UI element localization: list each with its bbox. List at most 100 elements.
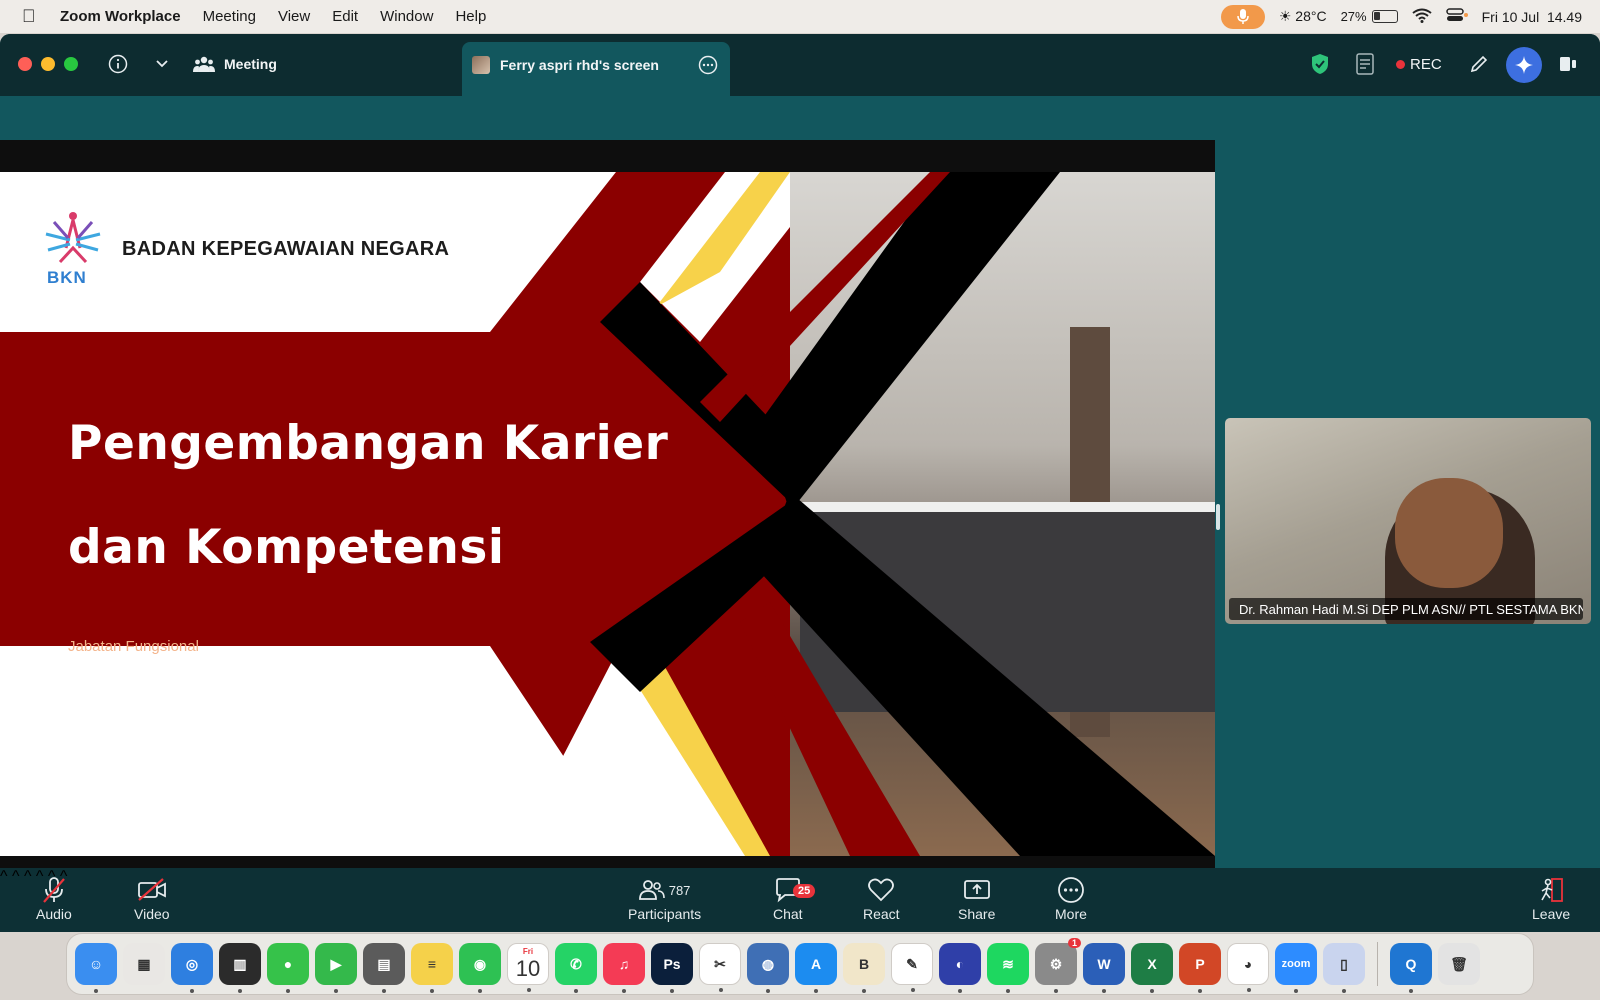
wifi-icon[interactable] — [1411, 8, 1432, 26]
share-label: Share — [958, 906, 996, 922]
audio-label: Audio — [36, 906, 72, 922]
calculator-icon[interactable]: ▤ — [363, 943, 405, 993]
recording-indicator[interactable]: REC — [1396, 56, 1442, 73]
menu-meeting[interactable]: Meeting — [203, 8, 256, 25]
participants-count: 787 — [668, 882, 691, 898]
launchpad-icon[interactable]: ▦ — [123, 943, 165, 985]
more-options-icon[interactable] — [698, 55, 718, 80]
video-button[interactable]: Video — [134, 874, 170, 922]
app-store-icon[interactable]: A — [795, 943, 837, 993]
safari-icon[interactable]: ◎ — [171, 943, 213, 993]
leave-button[interactable]: Leave — [1532, 874, 1570, 922]
sun-icon: ☀ — [1278, 8, 1292, 24]
menubar-datetime[interactable]: Fri 10 Jul 14.49 — [1482, 9, 1582, 25]
menu-window[interactable]: Window — [380, 8, 433, 25]
running-indicator — [1102, 989, 1106, 993]
simulator-glyph: ▯ — [1340, 955, 1348, 972]
participant-name-label: Dr. Rahman Hadi M.Si DEP PLM ASN// PTL S… — [1229, 598, 1583, 620]
notes-icon[interactable]: ≡ — [411, 943, 453, 993]
react-button[interactable]: React — [863, 874, 900, 922]
more-button[interactable]: More — [1055, 874, 1087, 922]
keychain-icon[interactable]: ◍ — [747, 943, 789, 993]
captions-document-icon[interactable] — [1353, 52, 1377, 76]
menu-edit[interactable]: Edit — [332, 8, 358, 25]
window-controls — [18, 57, 78, 71]
chat-unread-badge: 25 — [793, 884, 816, 898]
running-indicator — [1150, 989, 1154, 993]
find-my-icon[interactable]: ◉ — [459, 943, 501, 993]
shared-screen[interactable]: BKN BADAN KEPEGAWAIAN NEGARA Pengembanga… — [0, 140, 1215, 868]
spotify-icon[interactable]: ≋ — [987, 943, 1029, 993]
trash-icon[interactable]: 🗑 — [1438, 943, 1480, 985]
messages-glyph: ● — [283, 956, 293, 972]
meeting-info-icon[interactable] — [106, 52, 130, 76]
find-my-glyph: ◉ — [473, 955, 487, 972]
running-indicator — [190, 989, 194, 993]
finder-icon[interactable]: ☺ — [75, 943, 117, 993]
simulator-icon[interactable]: ▯ — [1323, 943, 1365, 993]
sharer-avatar — [472, 56, 490, 74]
audio-options-caret-icon[interactable]: ^ — [0, 868, 8, 885]
meeting-label[interactable]: Meeting — [224, 56, 277, 72]
slide-subtitle: Jabatan Fungsional — [68, 638, 199, 655]
word-glyph: W — [1097, 956, 1111, 972]
running-indicator — [1294, 989, 1298, 993]
capcut-icon[interactable]: ✂ — [699, 943, 741, 992]
chrome-icon[interactable]: ◕ — [1227, 943, 1269, 992]
video-options-caret-icon[interactable]: ^ — [12, 868, 20, 885]
share-tab-label: Ferry aspri rhd's screen — [500, 57, 659, 73]
running-indicator — [1198, 989, 1202, 993]
encryption-shield-icon[interactable] — [1308, 52, 1332, 76]
powerpoint-icon[interactable]: P — [1179, 943, 1221, 993]
rec-label: REC — [1410, 56, 1442, 73]
participant-face — [1395, 478, 1503, 588]
chevron-down-icon[interactable] — [150, 52, 174, 76]
calendar-icon[interactable]: Fri 10 — [507, 943, 549, 992]
running-indicator — [622, 989, 626, 993]
books-text-icon[interactable]: B — [843, 943, 885, 993]
reader-icon[interactable]: ✎ — [891, 943, 933, 992]
screen-share-tab[interactable]: Ferry aspri rhd's screen — [462, 42, 730, 96]
menu-view[interactable]: View — [278, 8, 310, 25]
system-settings-icon[interactable]: ⚙ 1 — [1035, 938, 1081, 993]
messages-icon[interactable]: ● — [267, 943, 309, 993]
menu-help[interactable]: Help — [455, 8, 486, 25]
meeting-people-icon[interactable] — [192, 52, 216, 76]
minimize-window-button[interactable] — [41, 57, 55, 71]
participant-video-tile[interactable]: Dr. Rahman Hadi M.Si DEP PLM ASN// PTL S… — [1225, 418, 1591, 624]
music-icon[interactable]: ♫ — [603, 943, 645, 993]
running-indicator — [814, 989, 818, 993]
photoshop-icon[interactable]: Ps — [651, 943, 693, 993]
ai-companion-button[interactable] — [1506, 47, 1542, 83]
battery-status[interactable]: 27% — [1341, 9, 1398, 24]
quicktime-icon[interactable]: Q — [1390, 943, 1432, 993]
audio-button[interactable]: Audio — [36, 874, 72, 922]
excel-icon[interactable]: X — [1131, 943, 1173, 993]
close-window-button[interactable] — [18, 57, 32, 71]
mic-in-use-indicator[interactable] — [1220, 4, 1265, 29]
photos-gallery-icon[interactable]: ▥ — [219, 943, 261, 993]
annotate-pencil-icon[interactable] — [1467, 52, 1491, 76]
facetime-icon[interactable]: ▶ — [315, 943, 357, 993]
menubar-app-name[interactable]: Zoom Workplace — [60, 8, 181, 25]
split-resize-handle[interactable] — [1216, 504, 1220, 530]
view-layout-icon[interactable] — [1556, 52, 1580, 76]
participants-options-caret-icon[interactable]: ^ — [24, 868, 32, 885]
microphone-muted-icon — [41, 874, 67, 906]
safari-glyph: ◎ — [185, 955, 199, 972]
zoom-app-icon[interactable]: zoom — [1275, 943, 1317, 993]
control-center-icon[interactable] — [1445, 8, 1468, 25]
participants-button[interactable]: 787 Participants — [628, 874, 701, 922]
zoom-window-button[interactable] — [64, 57, 78, 71]
chat-button[interactable]: Chat — [773, 874, 803, 922]
whatsapp-icon[interactable]: ✆ — [555, 943, 597, 993]
share-button[interactable]: Share — [958, 874, 995, 922]
voice-app-icon[interactable]: ◐ — [939, 943, 981, 993]
apple-icon[interactable]:  — [22, 6, 42, 27]
weather-widget[interactable]: ☀ 28°C — [1279, 8, 1327, 25]
running-indicator — [1247, 988, 1251, 992]
voice-app-glyph: ◐ — [955, 956, 965, 972]
finder-glyph: ☺ — [88, 956, 104, 972]
zoom-app-label: zoom — [1281, 958, 1311, 970]
word-icon[interactable]: W — [1083, 943, 1125, 993]
